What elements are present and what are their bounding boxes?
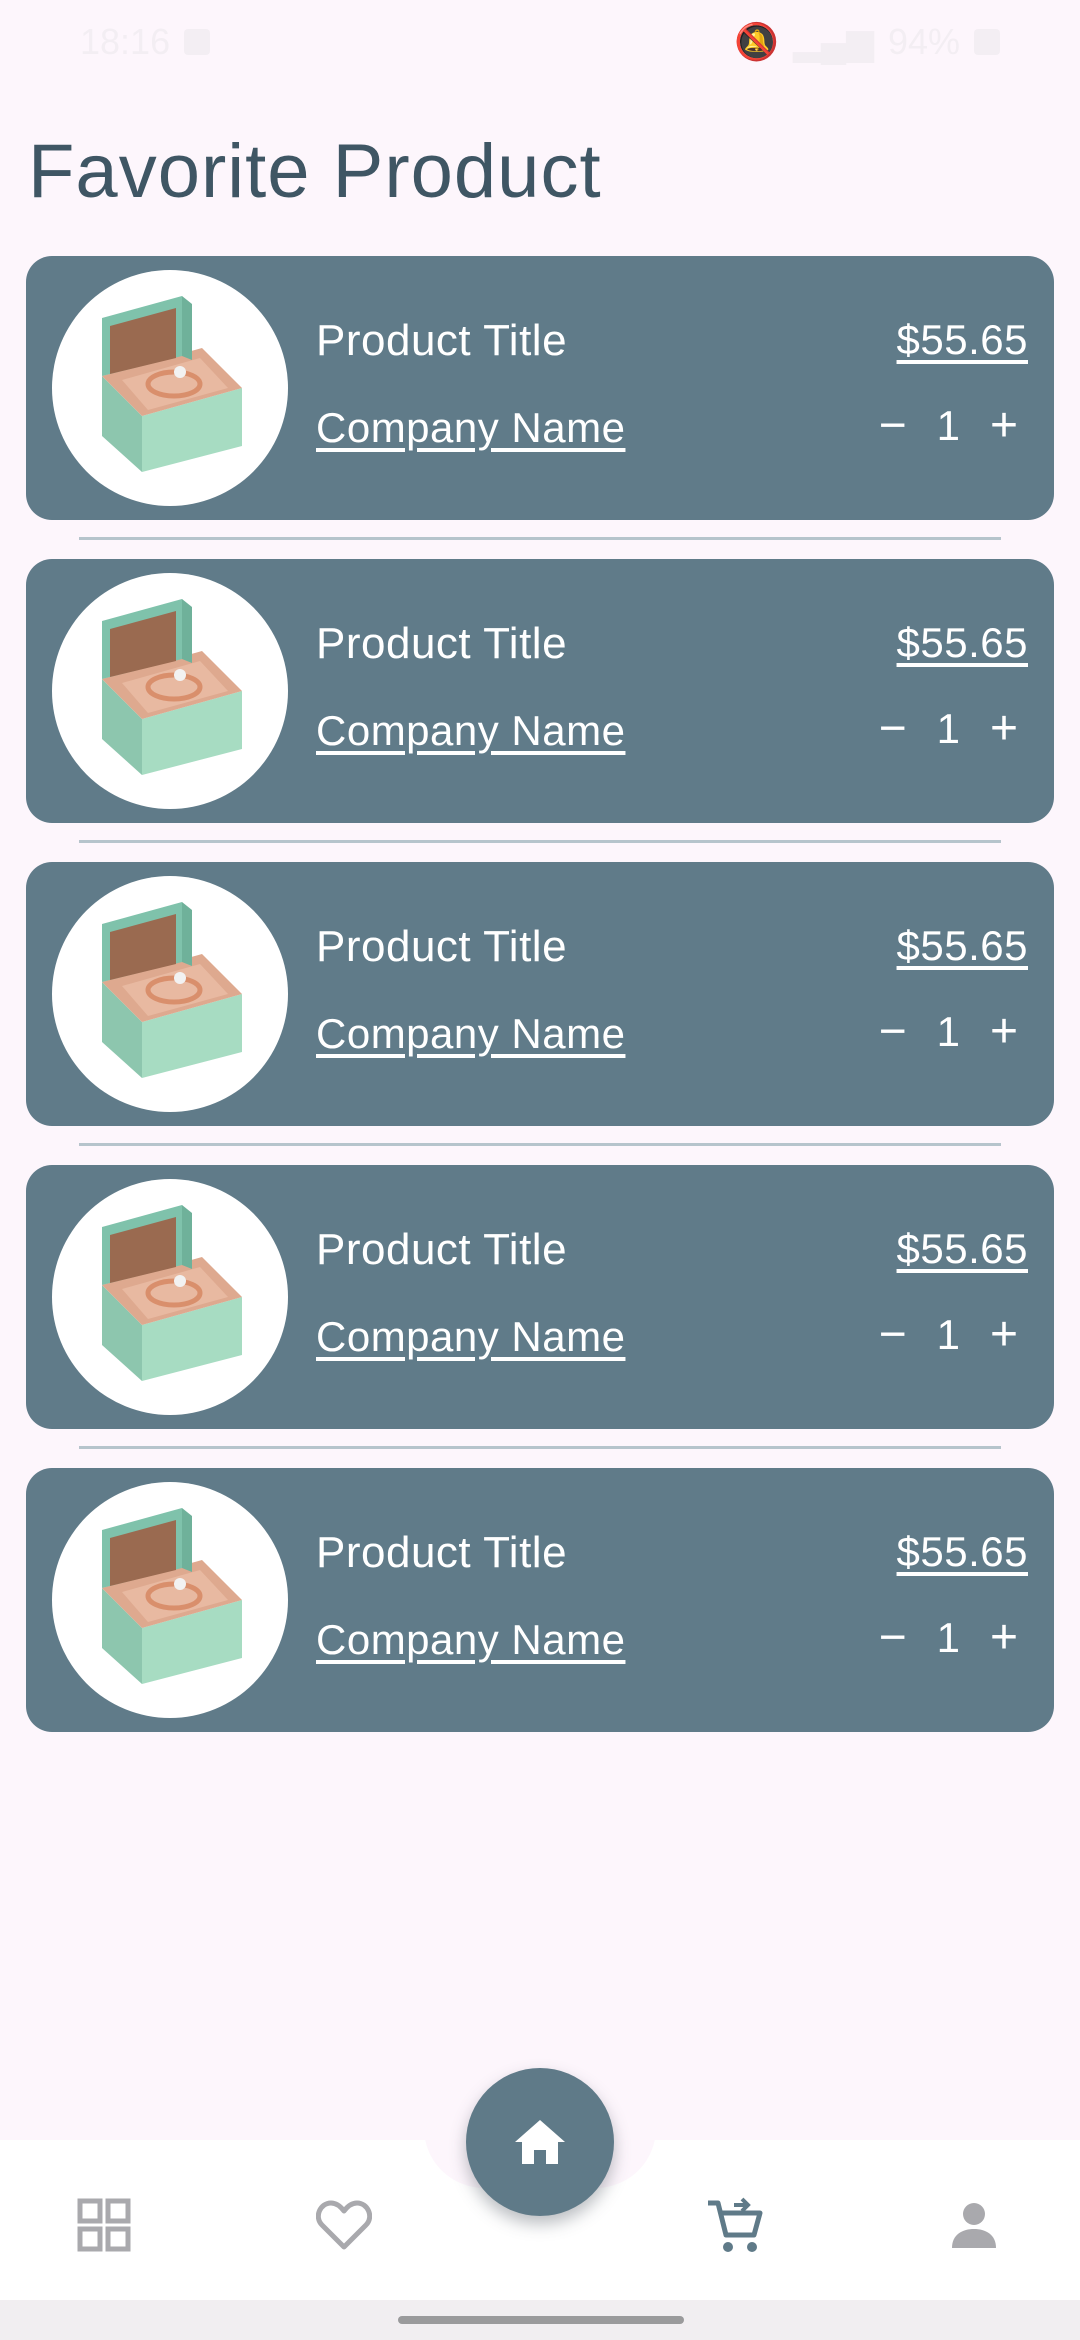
- product-title[interactable]: Product Title: [316, 1225, 567, 1275]
- plus-button[interactable]: +: [984, 402, 1024, 450]
- divider: [79, 537, 1001, 540]
- nav-grid-button[interactable]: [64, 2190, 144, 2260]
- plus-button[interactable]: +: [984, 705, 1024, 753]
- divider: [79, 840, 1001, 843]
- quantity-stepper: − 1 +: [873, 705, 1024, 753]
- battery-icon: [974, 29, 1000, 55]
- ring-box-icon: [102, 599, 242, 775]
- status-battery: 94%: [887, 21, 960, 62]
- status-time: 18:16: [80, 21, 171, 62]
- signal-icon: ▂▄▆: [793, 21, 874, 62]
- status-bar: 18:16 🔕 ▂▄▆ 94%: [0, 0, 1080, 84]
- notification-icon: [184, 29, 211, 55]
- ring-box-icon: [102, 1205, 242, 1381]
- divider: [79, 1446, 1001, 1449]
- product-price[interactable]: $55.65: [897, 1225, 1028, 1273]
- plus-button[interactable]: +: [984, 1311, 1024, 1359]
- company-link[interactable]: Company Name: [316, 1010, 625, 1058]
- quantity-stepper: − 1 +: [873, 1311, 1024, 1359]
- minus-button[interactable]: −: [873, 402, 913, 450]
- minus-button[interactable]: −: [873, 1614, 913, 1662]
- product-title[interactable]: Product Title: [316, 922, 567, 972]
- minus-button[interactable]: −: [873, 1008, 913, 1056]
- product-image: [52, 1482, 288, 1718]
- product-image: [52, 573, 288, 809]
- product-image: [52, 270, 288, 506]
- plus-button[interactable]: +: [984, 1614, 1024, 1662]
- mute-icon: 🔕: [734, 21, 780, 62]
- quantity-stepper: − 1 +: [873, 1614, 1024, 1662]
- product-image: [52, 1179, 288, 1415]
- home-button[interactable]: [466, 2068, 614, 2216]
- product-card[interactable]: Product Title Company Name $55.65 − 1 +: [26, 1165, 1054, 1429]
- product-card[interactable]: Product Title Company Name $55.65 − 1 +: [26, 1468, 1054, 1732]
- minus-button[interactable]: −: [873, 705, 913, 753]
- ring-box-icon: [102, 296, 242, 472]
- nav-cart-button[interactable]: [694, 2190, 774, 2260]
- heart-icon: [316, 2200, 372, 2250]
- divider: [79, 1143, 1001, 1146]
- quantity-value: 1: [936, 402, 960, 449]
- quantity-value: 1: [936, 705, 960, 752]
- product-card[interactable]: Product Title Company Name $55.65 − 1 +: [26, 256, 1054, 520]
- nav-profile-button[interactable]: [934, 2190, 1014, 2260]
- product-price[interactable]: $55.65: [897, 922, 1028, 970]
- status-right: 🔕 ▂▄▆ 94%: [734, 21, 1000, 63]
- cart-icon: [708, 2197, 763, 2252]
- quantity-stepper: − 1 +: [873, 402, 1024, 450]
- quantity-value: 1: [936, 1311, 960, 1358]
- product-price[interactable]: $55.65: [897, 1528, 1028, 1576]
- home-icon: [515, 2120, 565, 2164]
- ring-box-icon: [102, 1508, 242, 1684]
- company-link[interactable]: Company Name: [316, 1313, 625, 1361]
- product-list: Product Title Company Name $55.65 − 1 + …: [26, 256, 1054, 1732]
- nav-favorites-button[interactable]: [304, 2190, 384, 2260]
- product-image: [52, 876, 288, 1112]
- minus-button[interactable]: −: [873, 1311, 913, 1359]
- product-card[interactable]: Product Title Company Name $55.65 − 1 +: [26, 862, 1054, 1126]
- grid-icon: [77, 2198, 131, 2252]
- quantity-value: 1: [936, 1008, 960, 1055]
- page-title: Favorite Product: [28, 129, 602, 214]
- product-price[interactable]: $55.65: [897, 619, 1028, 667]
- status-left: 18:16: [80, 21, 211, 63]
- person-icon: [952, 2203, 996, 2248]
- product-title[interactable]: Product Title: [316, 1528, 567, 1578]
- quantity-value: 1: [936, 1614, 960, 1661]
- quantity-stepper: − 1 +: [873, 1008, 1024, 1056]
- product-title[interactable]: Product Title: [316, 316, 567, 366]
- product-price[interactable]: $55.65: [897, 316, 1028, 364]
- product-card[interactable]: Product Title Company Name $55.65 − 1 +: [26, 559, 1054, 823]
- ring-box-icon: [102, 902, 242, 1078]
- company-link[interactable]: Company Name: [316, 707, 625, 755]
- home-gesture-bar[interactable]: [398, 2316, 684, 2324]
- company-link[interactable]: Company Name: [316, 404, 625, 452]
- company-link[interactable]: Company Name: [316, 1616, 625, 1664]
- product-title[interactable]: Product Title: [316, 619, 567, 669]
- plus-button[interactable]: +: [984, 1008, 1024, 1056]
